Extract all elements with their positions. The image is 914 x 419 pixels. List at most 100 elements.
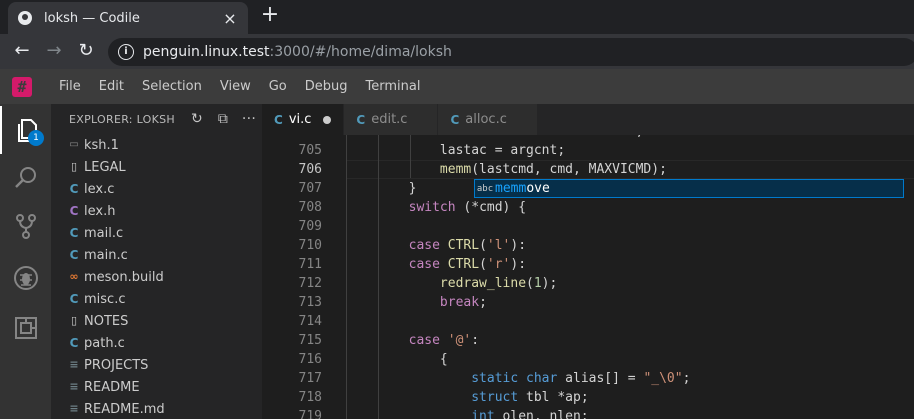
file-item[interactable]: ≡ PROJECTS <box>51 354 262 376</box>
line-number: 707 <box>298 181 322 196</box>
tab-alloc-c[interactable]: C alloc.c <box>438 104 538 135</box>
file-name: NOTES <box>84 313 129 329</box>
line-number: 710 <box>298 238 322 253</box>
code-line: lastac = argcnt; <box>346 143 566 158</box>
more-actions-icon[interactable]: ··· <box>236 111 262 127</box>
menu-go[interactable]: Go <box>260 69 296 104</box>
code-line: switch (*cmd) { <box>408 200 527 215</box>
line-number: 716 <box>298 352 322 367</box>
activity-debug[interactable] <box>0 254 51 302</box>
c-file-icon: C <box>69 226 79 240</box>
collapse-all-icon[interactable]: ⧉ <box>210 111 236 127</box>
back-button[interactable]: ← <box>10 40 34 64</box>
explorer-badge: 1 <box>28 130 44 146</box>
code-line: break; <box>439 295 487 310</box>
tab-edit-c[interactable]: C edit.c <box>344 104 439 135</box>
activity-bar: 1 <box>0 104 51 419</box>
file-item[interactable]: Cpath.c <box>51 332 262 354</box>
code-line: { <box>346 352 448 367</box>
refresh-icon[interactable]: ↻ <box>184 111 210 127</box>
forward-button[interactable]: → <box>42 40 66 64</box>
file-item[interactable]: ∞ meson.build <box>51 266 262 288</box>
browser-toolbar: ← → ↻ i penguin.linux.test:3000/#/home/d… <box>0 34 914 69</box>
line-number-gutter: 704 705 706 707 708 709 710 711 712 713 … <box>262 135 322 419</box>
file-name: lex.c <box>84 181 115 197</box>
menu-file[interactable]: File <box>50 69 90 104</box>
c-file-icon: C <box>274 112 283 127</box>
tab-label: alloc.c <box>465 112 507 127</box>
lines-file-icon: ≡ <box>69 402 79 415</box>
line-number: 717 <box>298 371 322 386</box>
file-name: misc.c <box>84 291 126 307</box>
line-number: 713 <box>298 295 322 310</box>
code-line: redraw_line(1); <box>439 276 558 291</box>
suggestion-rest: ove <box>526 181 550 196</box>
line-number: 708 <box>298 200 322 215</box>
code-editor[interactable]: 704 705 706 707 708 709 710 711 712 713 … <box>262 135 914 419</box>
editor-tabs: C vi.c C edit.c C alloc.c <box>262 104 914 135</box>
menu-terminal[interactable]: Terminal <box>357 69 430 104</box>
browser-tab-strip: loksh — Codile × + <box>0 0 914 34</box>
new-tab-button[interactable]: + <box>258 4 282 28</box>
line-number: 705 <box>298 143 322 158</box>
browser-tab[interactable]: loksh — Codile × <box>8 2 248 34</box>
search-icon <box>14 167 36 188</box>
app-logo-icon <box>12 76 32 97</box>
close-tab-icon[interactable]: × <box>222 9 238 28</box>
file-item[interactable]: ≡ README <box>51 376 262 398</box>
code-lines[interactable]: undo->cursor = es->cursor; lastac = argc… <box>346 135 914 419</box>
file-item[interactable]: Clex.h <box>51 200 262 222</box>
menu-view[interactable]: View <box>211 69 260 104</box>
c-file-icon: C <box>356 112 366 127</box>
line-number: 706 <box>298 162 322 177</box>
explorer-sidebar: EXPLORER: LOKSH ↻ ⧉ ··· ▭ ksh.1 ▯ LEGAL Cl… <box>51 104 262 419</box>
file-item[interactable]: Clex.c <box>51 178 262 200</box>
file-item[interactable]: ≡ README.md <box>51 398 262 419</box>
extensions-icon <box>14 317 37 339</box>
c-file-icon: C <box>450 112 460 127</box>
document-icon: ▯ <box>70 160 78 173</box>
file-name: README.md <box>84 401 165 417</box>
tab-label: edit.c <box>371 112 408 127</box>
file-item[interactable]: Cmisc.c <box>51 288 262 310</box>
file-item[interactable]: Cmail.c <box>51 222 262 244</box>
menu-selection[interactable]: Selection <box>133 69 211 104</box>
menu-edit[interactable]: Edit <box>90 69 133 104</box>
tab-vi-c[interactable]: C vi.c <box>262 104 345 135</box>
url-text[interactable]: penguin.linux.test:3000/#/home/dima/loks… <box>143 44 452 60</box>
suggestion-match: memm <box>495 181 527 196</box>
code-line: case CTRL('r'): <box>408 257 527 272</box>
activity-search[interactable] <box>0 154 51 202</box>
c-file-icon: C <box>69 292 79 306</box>
c-file-icon: C <box>69 336 79 350</box>
line-number: 712 <box>298 276 322 291</box>
menu-debug[interactable]: Debug <box>296 69 357 104</box>
image-file-icon: ▭ <box>69 139 79 150</box>
unsaved-dot-icon[interactable] <box>323 115 332 124</box>
code-line: static char alias[] = "_\0"; <box>471 371 691 386</box>
reload-button[interactable]: ↻ <box>74 40 98 64</box>
file-name: LEGAL <box>84 159 126 175</box>
file-item[interactable]: ▯ LEGAL <box>51 156 262 178</box>
menu-bar: File Edit Selection View Go Debug Termin… <box>0 69 914 104</box>
file-item[interactable]: ▭ ksh.1 <box>51 134 262 156</box>
document-icon: ▯ <box>70 314 78 327</box>
text-kind-icon: abc <box>476 183 494 194</box>
codile-favicon-icon <box>18 11 32 25</box>
file-item[interactable]: ▯ NOTES <box>51 310 262 332</box>
activity-source-control[interactable] <box>0 202 51 250</box>
tab-label: vi.c <box>288 112 312 127</box>
line-number: 718 <box>298 390 322 405</box>
activity-explorer[interactable]: 1 <box>0 106 51 154</box>
file-name: meson.build <box>84 269 164 285</box>
activity-extensions[interactable] <box>0 304 51 352</box>
address-bar[interactable]: i penguin.linux.test:3000/#/home/dima/lo… <box>108 38 914 66</box>
c-file-icon: C <box>69 248 79 262</box>
file-item[interactable]: Cmain.c <box>51 244 262 266</box>
code-line: memm(lastcmd, cmd, MAXVICMD); <box>439 162 667 177</box>
autocomplete-suggestion[interactable]: abc memm ove <box>474 179 904 198</box>
site-info-icon[interactable]: i <box>118 44 134 60</box>
line-number: 709 <box>298 219 322 234</box>
